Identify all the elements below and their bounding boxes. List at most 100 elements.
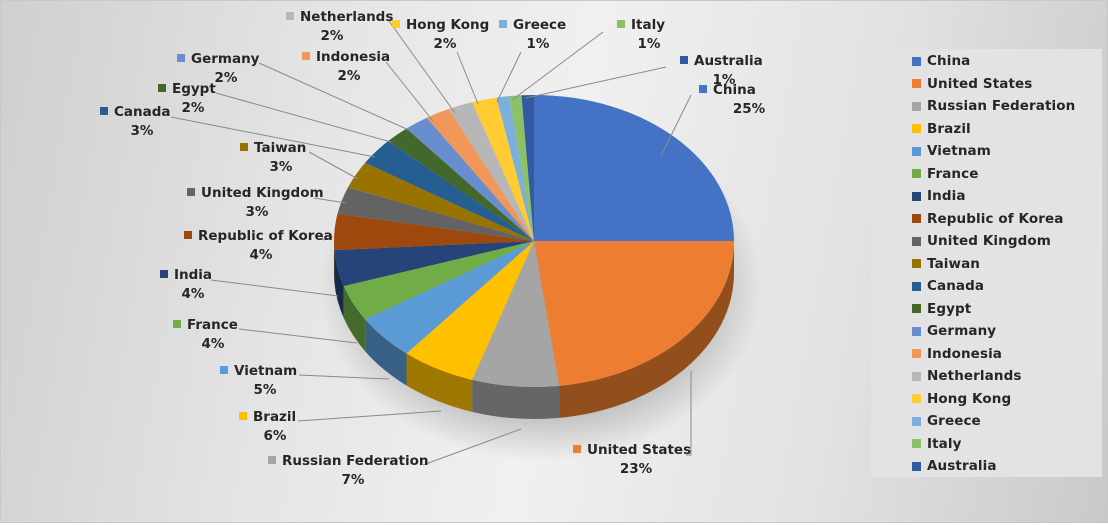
leader-line <box>309 152 358 179</box>
legend-item[interactable]: Italy <box>912 434 962 454</box>
data-label-percent: 6% <box>264 428 287 444</box>
data-label-percent: 3% <box>131 123 154 139</box>
legend-label: Taiwan <box>927 256 980 272</box>
data-label-swatch <box>699 85 707 93</box>
legend-swatch <box>912 394 921 403</box>
data-label-percent: 1% <box>713 72 736 88</box>
legend-label: Brazil <box>927 121 971 137</box>
legend-label: Germany <box>927 323 996 339</box>
leader-line <box>386 62 433 121</box>
data-label-name: Hong Kong <box>406 17 489 33</box>
data-label: France 4% <box>173 317 238 352</box>
data-label-swatch <box>184 231 192 239</box>
data-label-swatch <box>499 20 507 28</box>
legend-label: France <box>927 166 979 182</box>
legend-swatch <box>912 192 921 201</box>
leader-line <box>497 52 521 102</box>
data-label-name: Brazil <box>253 409 296 425</box>
legend-item[interactable]: Germany <box>912 321 996 341</box>
data-label: Netherlands 2% <box>286 9 393 44</box>
leader-line <box>259 63 411 131</box>
leader-line <box>526 67 666 98</box>
legend-item[interactable]: Taiwan <box>912 254 980 274</box>
legend-item[interactable]: Greece <box>912 411 981 431</box>
legend-item[interactable]: Hong Kong <box>912 389 1011 409</box>
legend-swatch <box>912 124 921 133</box>
data-label: Greece 1% <box>499 17 566 52</box>
data-label-name: Greece <box>513 17 566 33</box>
data-label: United Kingdom3% <box>187 185 324 220</box>
legend-label: Italy <box>927 436 962 452</box>
data-label: Italy1% <box>617 17 665 52</box>
legend-item[interactable]: Australia <box>912 456 997 476</box>
legend-label: Netherlands <box>927 368 1021 384</box>
data-label-percent: 2% <box>434 36 457 52</box>
data-label-name: Vietnam <box>234 363 297 379</box>
legend-item[interactable]: Egypt <box>912 299 971 319</box>
data-label: Canada 3% <box>100 104 171 139</box>
legend-label: Hong Kong <box>927 391 1011 407</box>
data-label: Indonesia 2% <box>302 49 390 84</box>
data-label-percent: 2% <box>182 100 205 116</box>
data-label-swatch <box>680 56 688 64</box>
legend-label: China <box>927 53 970 69</box>
data-label-name: Egypt <box>172 81 216 97</box>
data-label-percent: 4% <box>182 286 205 302</box>
data-label: Vietnam5% <box>220 363 297 398</box>
legend-swatch <box>912 327 921 336</box>
data-label-swatch <box>286 12 294 20</box>
pie-slice-china[interactable] <box>534 95 734 241</box>
data-label-name: Canada <box>114 104 171 120</box>
legend-swatch <box>912 169 921 178</box>
data-label-percent: 1% <box>527 36 550 52</box>
data-label: United States 23% <box>573 442 691 477</box>
data-label-swatch <box>177 54 185 62</box>
legend-item[interactable]: Brazil <box>912 119 971 139</box>
legend-label: Canada <box>927 278 984 294</box>
data-label-name: Italy <box>631 17 665 33</box>
data-label: Brazil 6% <box>239 409 296 444</box>
legend-item[interactable]: United Kingdom <box>912 231 1051 251</box>
data-label-percent: 4% <box>250 247 273 263</box>
legend-swatch <box>912 462 921 471</box>
data-label-name: United States <box>587 442 691 458</box>
legend-item[interactable]: Indonesia <box>912 344 1002 364</box>
data-label-swatch <box>268 456 276 464</box>
leader-line <box>389 21 455 113</box>
data-label-percent: 2% <box>338 68 361 84</box>
legend-swatch <box>912 237 921 246</box>
legend-item[interactable]: Republic of Korea <box>912 209 1063 229</box>
leader-line <box>216 93 391 142</box>
data-label-name: Netherlands <box>300 9 393 25</box>
legend-label: Egypt <box>927 301 971 317</box>
data-label-name: United Kingdom <box>201 185 324 201</box>
data-label-swatch <box>239 412 247 420</box>
legend-item[interactable]: Vietnam <box>912 141 991 161</box>
data-label-swatch <box>302 52 310 60</box>
legend-item[interactable]: India <box>912 186 966 206</box>
legend-item[interactable]: China <box>912 51 970 71</box>
data-label: India4% <box>160 267 212 302</box>
data-label-name: Taiwan <box>254 140 306 156</box>
legend-swatch <box>912 439 921 448</box>
data-label-percent: 2% <box>321 28 344 44</box>
legend-swatch <box>912 57 921 66</box>
data-label: Hong Kong 2% <box>392 17 489 52</box>
legend-item[interactable]: United States <box>912 74 1032 94</box>
legend-label: Indonesia <box>927 346 1002 362</box>
legend-item[interactable]: France <box>912 164 979 184</box>
data-label-swatch <box>160 270 168 278</box>
data-label-percent: 25% <box>733 101 766 117</box>
data-label-name: Indonesia <box>316 49 390 65</box>
data-label-swatch <box>240 143 248 151</box>
legend: China United StatesRussian Federation Braz… <box>871 49 1102 477</box>
legend-item[interactable]: Canada <box>912 276 984 296</box>
leader-line <box>457 52 478 104</box>
data-label-percent: 23% <box>620 461 653 477</box>
legend-item[interactable]: Russian Federation <box>912 96 1075 116</box>
data-label-swatch <box>187 188 195 196</box>
data-label: Taiwan3% <box>240 140 306 175</box>
data-label-percent: 4% <box>202 336 225 352</box>
data-label-name: France <box>187 317 238 333</box>
legend-item[interactable]: Netherlands <box>912 366 1021 386</box>
